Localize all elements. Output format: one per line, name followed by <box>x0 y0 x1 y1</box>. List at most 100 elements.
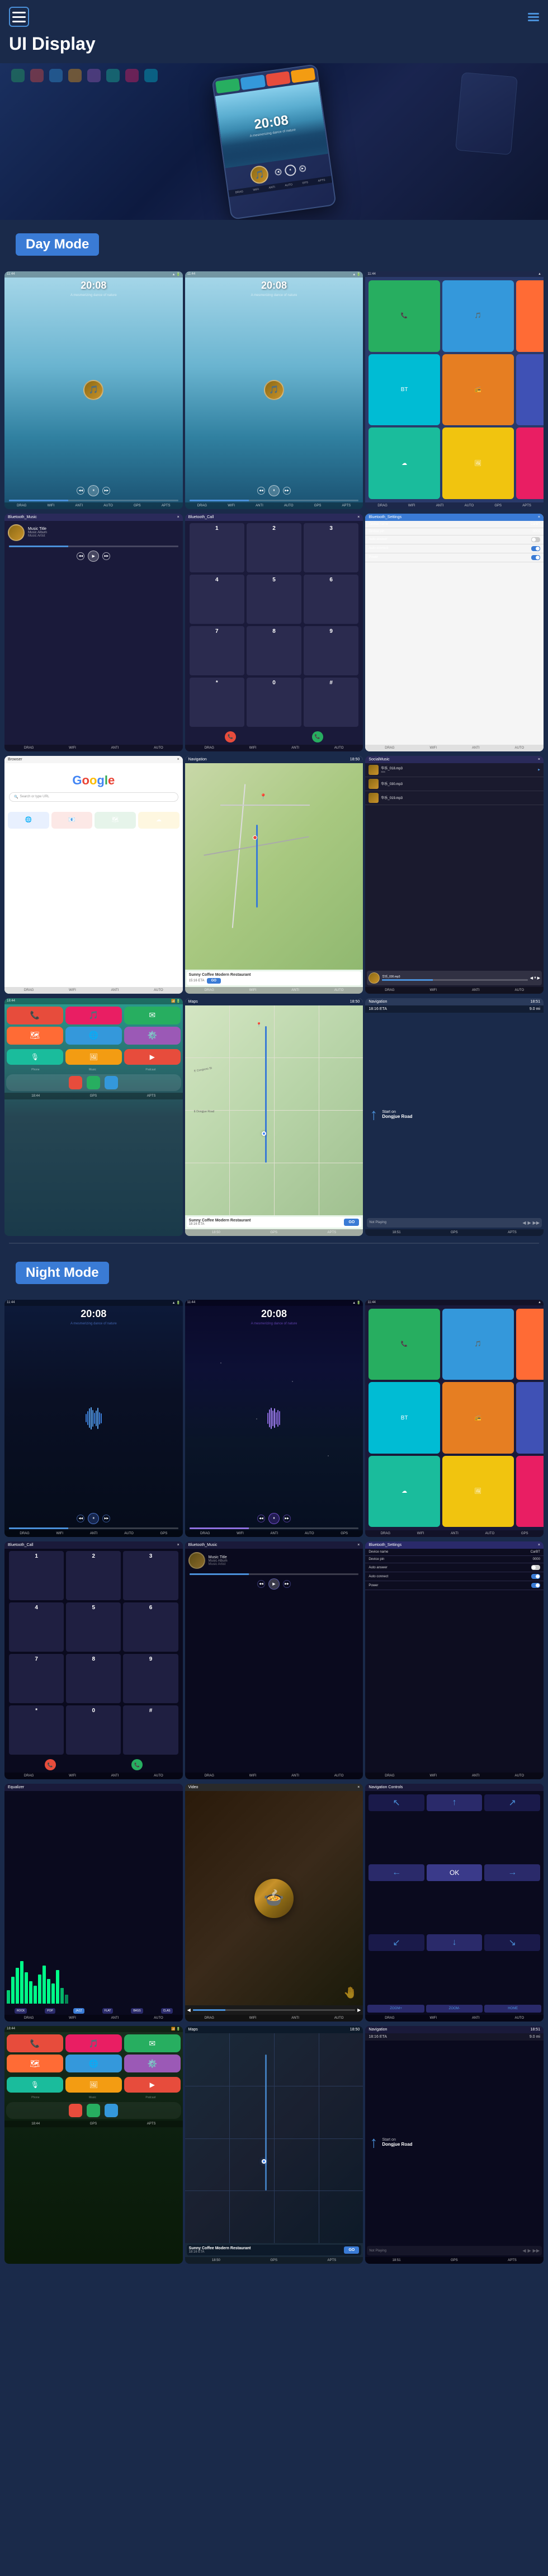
dial-3[interactable]: 3 <box>304 523 358 572</box>
play-btn-2[interactable]: ⏸ <box>268 485 280 496</box>
night-app-phone[interactable]: 📞 <box>369 1309 440 1380</box>
mini-prev[interactable]: ◀ <box>530 976 533 980</box>
nav-arrow-w[interactable]: ← <box>369 1864 424 1881</box>
nav-arrow-ne[interactable]: ↗ <box>484 1794 540 1811</box>
ios-app-messages[interactable]: ✉ <box>124 1007 181 1024</box>
bt-prev[interactable]: ◀◀ <box>77 552 84 560</box>
night-play-2[interactable]: ⏸ <box>268 1513 280 1524</box>
menu-icon[interactable] <box>9 7 29 27</box>
night-dial-hash[interactable]: # <box>123 1705 178 1755</box>
night-dial-3[interactable]: 3 <box>123 1551 178 1600</box>
night-dial-star[interactable]: * <box>9 1705 64 1755</box>
dial-hash[interactable]: # <box>304 678 358 727</box>
widget-next[interactable]: ▶▶ <box>533 1220 540 1225</box>
app-gallery[interactable]: 🖼 <box>442 427 514 499</box>
bookmark-2[interactable]: 📧 <box>51 812 93 829</box>
video-next[interactable]: ▶ <box>357 2008 361 2013</box>
ios-app-podcast[interactable]: 🎙 <box>7 1049 63 1065</box>
night-dial-1[interactable]: 1 <box>9 1551 64 1600</box>
ios-app-phone[interactable]: 📞 <box>7 1007 63 1024</box>
mini-play[interactable]: ⏸ <box>534 976 536 980</box>
dial-6[interactable]: 6 <box>304 575 358 624</box>
eq-ctrl-1[interactable]: ROCK <box>15 2008 27 2014</box>
dial-9[interactable]: 9 <box>304 626 358 675</box>
nav-arrow-se[interactable]: ↘ <box>484 1934 540 1951</box>
eq-ctrl-6[interactable]: CLAS <box>161 2008 173 2014</box>
play-btn-1[interactable]: ⏸ <box>88 485 99 496</box>
bt-settings-close[interactable]: × <box>538 515 540 519</box>
music-track-3[interactable]: 华乐_019.mp3 <box>365 791 544 805</box>
ios-app-maps[interactable]: 🗺 <box>7 1027 63 1045</box>
night-app-music[interactable]: 🎵 <box>442 1309 514 1380</box>
night-dial-8[interactable]: 8 <box>66 1654 121 1703</box>
night-dock-2[interactable] <box>87 2104 100 2117</box>
nav-arrow-sw[interactable]: ↙ <box>369 1934 424 1951</box>
night-ios-music[interactable]: 🎵 <box>65 2034 122 2052</box>
ios-app-settings[interactable]: ⚙️ <box>124 1027 181 1045</box>
app-bt[interactable]: BT <box>369 354 440 426</box>
dock-item-2[interactable] <box>87 1076 100 1089</box>
night-widget-prev[interactable]: ◀ <box>522 2248 526 2253</box>
eq-ctrl-3[interactable]: JAZZ <box>73 2008 84 2014</box>
eq-ctrl-2[interactable]: POP <box>45 2008 55 2014</box>
night-app-msg[interactable]: ✉ <box>516 1382 544 1454</box>
night-dock-1[interactable] <box>69 2104 82 2117</box>
app-messages[interactable]: ✉ <box>516 354 544 426</box>
next-btn-2[interactable]: ▶▶ <box>283 487 291 495</box>
power-toggle[interactable] <box>531 555 540 560</box>
app-camera[interactable]: 📷 <box>516 427 544 499</box>
night-call-end[interactable]: 📞 <box>45 1759 56 1770</box>
ios-app-photos[interactable]: 🖼 <box>65 1049 122 1065</box>
night-ios-settings[interactable]: ⚙️ <box>124 2055 181 2072</box>
go-button[interactable]: GO <box>207 978 221 984</box>
night-call-start[interactable]: 📞 <box>131 1759 143 1770</box>
bookmark-4[interactable]: ☁ <box>138 812 179 829</box>
prev-btn-1[interactable]: ◀◀ <box>77 487 84 495</box>
night-go-btn[interactable]: GO <box>344 2246 359 2254</box>
night-auto-connect-toggle[interactable] <box>531 1574 540 1579</box>
app-radio[interactable]: 📻 <box>442 354 514 426</box>
night-auto-answer-toggle[interactable] <box>531 1565 540 1570</box>
music-track-2[interactable]: 华乐_030.mp3 <box>365 777 544 791</box>
dock-item-3[interactable] <box>105 1076 118 1089</box>
ios-app-music[interactable]: 🎵 <box>65 1007 122 1024</box>
nav-arrow-s[interactable]: ↓ <box>427 1934 483 1951</box>
ios-app-safari[interactable]: 🌐 <box>65 1027 122 1045</box>
dock-item-1[interactable] <box>69 1076 82 1089</box>
night-ios-maps[interactable]: 🗺 <box>7 2055 63 2072</box>
video-prev[interactable]: ◀ <box>187 2008 191 2013</box>
night-app-gallery[interactable]: 🖼 <box>442 1456 514 1527</box>
widget-prev[interactable]: ◀ <box>522 1220 526 1225</box>
app-weather[interactable]: ☁ <box>369 427 440 499</box>
music-track-1[interactable]: 华乐_018.mp3 xxx ▶ <box>365 763 544 777</box>
nav-arrow-center[interactable]: OK <box>427 1864 483 1881</box>
night-bt-next[interactable]: ▶▶ <box>283 1580 291 1588</box>
bt-next[interactable]: ▶▶ <box>102 552 110 560</box>
dial-7[interactable]: 7 <box>190 626 244 675</box>
dial-4[interactable]: 4 <box>190 575 244 624</box>
dial-star[interactable]: * <box>190 678 244 727</box>
night-app-bt[interactable]: BT <box>369 1382 440 1454</box>
dial-8[interactable]: 8 <box>247 626 301 675</box>
night-app-radio[interactable]: 📻 <box>442 1382 514 1454</box>
night-prev-2[interactable]: ◀◀ <box>257 1515 265 1522</box>
night-next-1[interactable]: ▶▶ <box>102 1515 110 1522</box>
night-ios-safari[interactable]: 🌐 <box>65 2055 122 2072</box>
nav-arrow-nw[interactable]: ↖ <box>369 1794 424 1811</box>
dial-2[interactable]: 2 <box>247 523 301 572</box>
video-progress[interactable] <box>193 2009 355 2011</box>
ios-app-youtube[interactable]: ▶ <box>124 1049 181 1065</box>
bookmark-3[interactable]: 🗺 <box>95 812 136 829</box>
night-next-2[interactable]: ▶▶ <box>283 1515 291 1522</box>
next-btn-1[interactable]: ▶▶ <box>102 487 110 495</box>
mini-next[interactable]: ▶ <box>537 976 540 980</box>
auto-connect-toggle[interactable] <box>531 546 540 551</box>
nav-arrow-e[interactable]: → <box>484 1864 540 1881</box>
call-start-btn[interactable]: 📞 <box>312 731 323 742</box>
app-nav[interactable]: 🗺 <box>516 280 544 352</box>
night-dial-4[interactable]: 4 <box>9 1602 64 1652</box>
night-ios-photos[interactable]: 🖼 <box>65 2077 122 2093</box>
night-power-toggle[interactable] <box>531 1583 540 1588</box>
nav-go-btn[interactable]: GO <box>344 1219 359 1226</box>
night-app-weather[interactable]: ☁ <box>369 1456 440 1527</box>
